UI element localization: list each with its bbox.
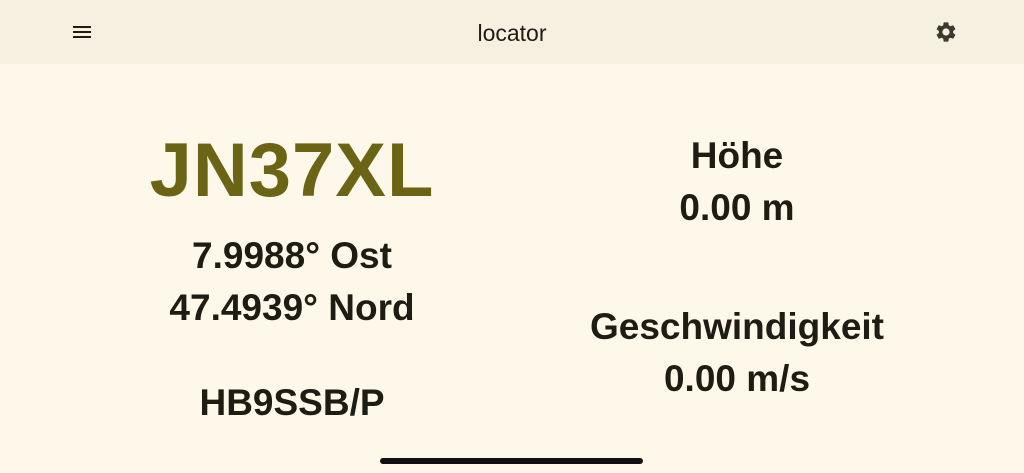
speed-value: 0.00 m/s <box>663 358 811 399</box>
app-screen: locator JN37XL 7.9988° Ost 47.4939° Nord… <box>0 0 1024 473</box>
callsign: HB9SSB/P <box>199 382 385 423</box>
longitude-value: 7.9988° Ost <box>192 235 392 276</box>
gear-icon <box>936 22 956 42</box>
altitude-label: Höhe <box>690 135 784 176</box>
locator-code: JN37XL <box>149 128 435 213</box>
app-title: locator <box>477 20 547 46</box>
altitude-value: 0.00 m <box>679 187 795 228</box>
menu-button[interactable] <box>62 12 102 52</box>
app-bar: locator <box>0 0 1024 64</box>
settings-button[interactable] <box>926 12 966 52</box>
speed-label: Geschwindigkeit <box>589 306 884 347</box>
menu-icon <box>73 26 91 38</box>
home-indicator[interactable] <box>380 458 643 464</box>
latitude-value: 47.4939° Nord <box>169 287 415 328</box>
